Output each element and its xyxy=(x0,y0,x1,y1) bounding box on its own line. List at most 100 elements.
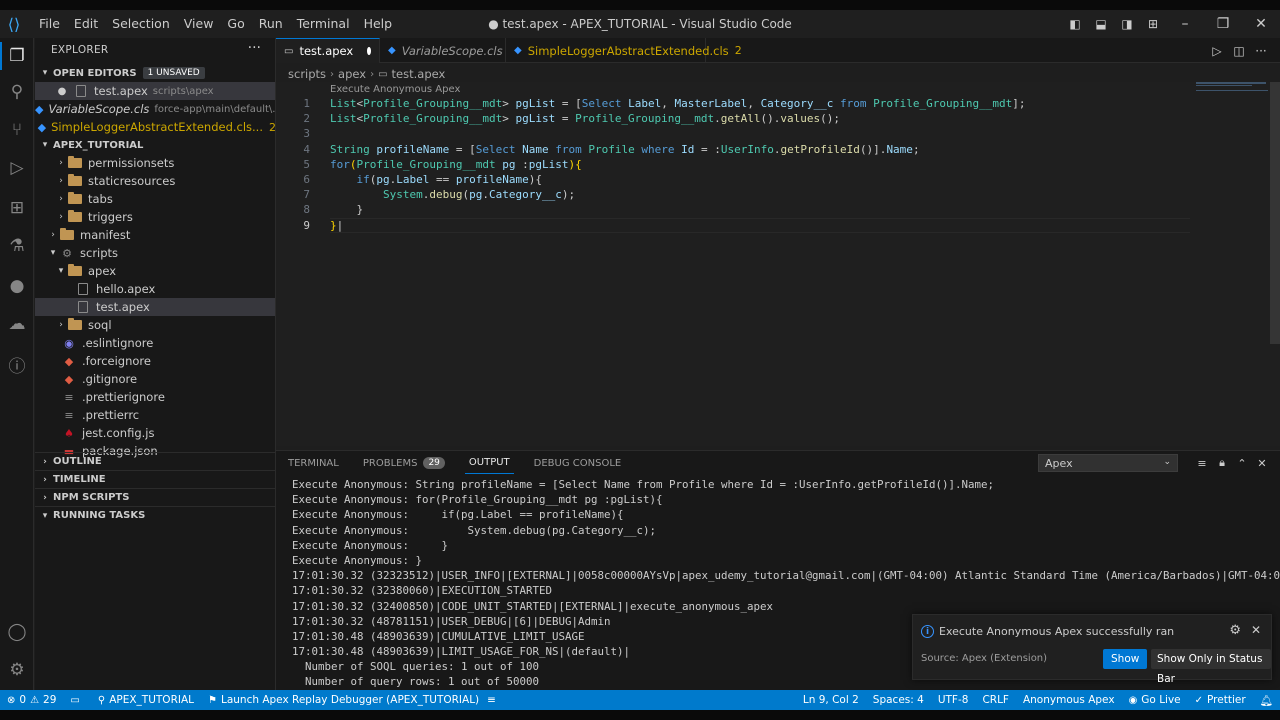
chevron-down-icon: ▾ xyxy=(58,266,64,276)
show-button[interactable]: Show xyxy=(1103,649,1148,669)
minimize-button[interactable]: – xyxy=(1166,10,1204,38)
tree-item-scripts[interactable]: ▾ ⚙ scripts xyxy=(35,244,275,262)
codelens-execute-anonymous[interactable]: Execute Anonymous Apex xyxy=(330,84,460,95)
tab-simplelogger[interactable]: ◆ SimpleLoggerAbstractExtended.cls 2 xyxy=(506,38,742,63)
breadcrumb-item[interactable]: test.apex xyxy=(392,67,446,81)
more-actions-icon[interactable]: ··· xyxy=(1250,44,1272,58)
replay-debugger-status[interactable]: ⚑ Launch Apex Replay Debugger (APEX_TUTOR… xyxy=(201,694,503,706)
tree-item-jest-config[interactable]: ♠ jest.config.js xyxy=(35,424,275,442)
show-only-in-status-bar-button[interactable]: Show Only in Status Bar xyxy=(1151,649,1271,685)
explorer-icon[interactable]: ❐ xyxy=(5,44,29,68)
customize-layout-icon[interactable]: ⊞ xyxy=(1144,15,1162,33)
menu-file[interactable]: File xyxy=(32,10,67,38)
lock-scroll-icon[interactable]: 🔒︎ xyxy=(1212,456,1232,470)
unsaved-dot-icon[interactable] xyxy=(367,47,371,55)
open-editors-section[interactable]: ▾ OPEN EDITORS 1 UNSAVED xyxy=(35,64,275,82)
minimap[interactable] xyxy=(1196,82,1270,96)
tree-item-test-apex[interactable]: test.apex xyxy=(35,298,275,316)
tree-item-hello-apex[interactable]: hello.apex xyxy=(35,280,275,298)
close-window-button[interactable]: ✕ xyxy=(1242,10,1280,38)
close-notification-icon[interactable]: ✕ xyxy=(1251,623,1261,637)
menu-view[interactable]: View xyxy=(177,10,221,38)
extensions-icon[interactable]: ⊞ xyxy=(5,196,29,220)
toggle-primary-sidebar-icon[interactable]: ◧ xyxy=(1066,15,1084,33)
tree-item-eslintignore[interactable]: ◉ .eslintignore xyxy=(35,334,275,352)
code-content[interactable]: List<Profile_Grouping__mdt> pgList = [Se… xyxy=(330,96,1210,233)
chevron-right-icon: › xyxy=(59,320,63,330)
settings-gear-icon[interactable]: ⚙ xyxy=(5,658,29,682)
unsaved-dot-icon[interactable]: ● xyxy=(55,86,69,97)
tab-problems[interactable]: PROBLEMS 29 xyxy=(359,452,449,474)
menu-run[interactable]: Run xyxy=(252,10,290,38)
source-control-icon[interactable]: ⑂ xyxy=(5,118,29,142)
problems-status[interactable]: ⊗ 0 ⚠ 29 xyxy=(0,694,63,706)
tree-item-gitignore[interactable]: ◆ .gitignore xyxy=(35,370,275,388)
tree-item-permissionsets[interactable]: › permissionsets xyxy=(35,154,275,172)
split-editor-icon[interactable]: ◫ xyxy=(1228,44,1250,58)
menu-go[interactable]: Go xyxy=(220,10,251,38)
breadcrumb-item[interactable]: apex xyxy=(338,67,366,81)
menu-terminal[interactable]: Terminal xyxy=(290,10,357,38)
output-channel-select[interactable]: Apex ⌄ xyxy=(1038,454,1178,472)
tab-variablescope[interactable]: ◆ VariableScope.cls xyxy=(380,38,506,63)
prettier-status[interactable]: ✓ Prettier xyxy=(1188,694,1253,706)
toggle-secondary-sidebar-icon[interactable]: ◨ xyxy=(1118,15,1136,33)
close-panel-icon[interactable]: ✕ xyxy=(1252,457,1272,470)
restore-button[interactable]: ❐ xyxy=(1204,10,1242,38)
breadcrumb-item[interactable]: scripts xyxy=(288,67,326,81)
go-live-status[interactable]: ◉ Go Live xyxy=(1122,694,1188,706)
tab-output[interactable]: OUTPUT xyxy=(464,452,514,474)
testing-icon[interactable]: ⚗ xyxy=(5,234,29,258)
menu-edit[interactable]: Edit xyxy=(67,10,105,38)
running-tasks-section[interactable]: ▾ RUNNING TASKS xyxy=(35,506,275,524)
tree-item-triggers[interactable]: › triggers xyxy=(35,208,275,226)
outline-section[interactable]: › OUTLINE xyxy=(35,452,275,470)
open-editor-simplelogger[interactable]: ◆ SimpleLoggerAbstractExtended.cls... 2 xyxy=(35,118,275,136)
maximize-panel-icon[interactable]: ⌃ xyxy=(1232,457,1252,470)
tree-item-tabs[interactable]: › tabs xyxy=(35,190,275,208)
tree-item-soql[interactable]: › soql xyxy=(35,316,275,334)
toggle-panel-icon[interactable]: ⬓ xyxy=(1092,15,1110,33)
accounts-icon[interactable]: ◯ xyxy=(5,620,29,644)
project-status[interactable]: ⚲ APEX_TUTORIAL xyxy=(91,694,201,706)
tree-item-forceignore[interactable]: ◆ .forceignore xyxy=(35,352,275,370)
tree-item-apex[interactable]: ▾ apex xyxy=(35,262,275,280)
menu-help[interactable]: Help xyxy=(357,10,400,38)
run-icon[interactable]: ▷ xyxy=(1206,44,1228,58)
tab-test-apex[interactable]: ▭ test.apex xyxy=(276,38,380,63)
more-actions-icon[interactable]: ··· xyxy=(248,40,261,56)
run-debug-icon[interactable]: ▷ xyxy=(5,156,29,180)
tab-debug-console[interactable]: DEBUG CONSOLE xyxy=(530,453,626,474)
info-icon[interactable]: ⓘ xyxy=(5,352,29,377)
encoding[interactable]: UTF-8 xyxy=(931,694,976,706)
panel-toggle-status[interactable]: ▭ xyxy=(63,695,90,706)
timeline-section[interactable]: › TIMELINE xyxy=(35,470,275,488)
editor-scrollbar[interactable] xyxy=(1270,82,1280,344)
menu-selection[interactable]: Selection xyxy=(105,10,177,38)
notification-settings-gear-icon[interactable]: ⚙ xyxy=(1229,623,1241,638)
github-icon[interactable]: ● xyxy=(5,274,29,298)
tree-item-prettierrc[interactable]: ≡ .prettierrc xyxy=(35,406,275,424)
npm-scripts-section[interactable]: › NPM SCRIPTS xyxy=(35,488,275,506)
workspace-section[interactable]: ▾ APEX_TUTORIAL xyxy=(35,136,275,154)
notifications-bell-icon[interactable]: 🔔︎ xyxy=(1253,694,1280,707)
search-icon[interactable]: ⚲ xyxy=(5,80,29,104)
salesforce-cloud-icon[interactable]: ☁ xyxy=(5,312,29,336)
chevron-down-icon: ▾ xyxy=(42,510,48,521)
tab-terminal[interactable]: TERMINAL xyxy=(284,453,343,474)
tree-item-label: jest.config.js xyxy=(82,426,155,440)
open-editor-variablescope[interactable]: ◆ VariableScope.cls force-app\main\defau… xyxy=(35,100,275,118)
apex-class-icon: ◆ xyxy=(514,45,522,56)
lines-file-icon: ≡ xyxy=(64,408,74,422)
end-of-line[interactable]: CRLF xyxy=(975,694,1016,706)
clear-output-icon[interactable]: ≡ xyxy=(1192,457,1212,470)
language-mode[interactable]: Anonymous Apex xyxy=(1016,694,1122,706)
tree-item-manifest[interactable]: › manifest xyxy=(35,226,275,244)
tree-item-staticresources[interactable]: › staticresources xyxy=(35,172,275,190)
code-editor[interactable]: Execute Anonymous Apex 1 2 3 4 5 6 7 8 9… xyxy=(276,82,1280,446)
open-editor-test-apex[interactable]: ● test.apex scripts\apex xyxy=(35,82,275,100)
cursor-position[interactable]: Ln 9, Col 2 xyxy=(796,694,866,706)
indentation[interactable]: Spaces: 4 xyxy=(866,694,931,706)
tree-item-prettierignore[interactable]: ≡ .prettierignore xyxy=(35,388,275,406)
apex-class-icon: ◆ xyxy=(35,102,44,116)
